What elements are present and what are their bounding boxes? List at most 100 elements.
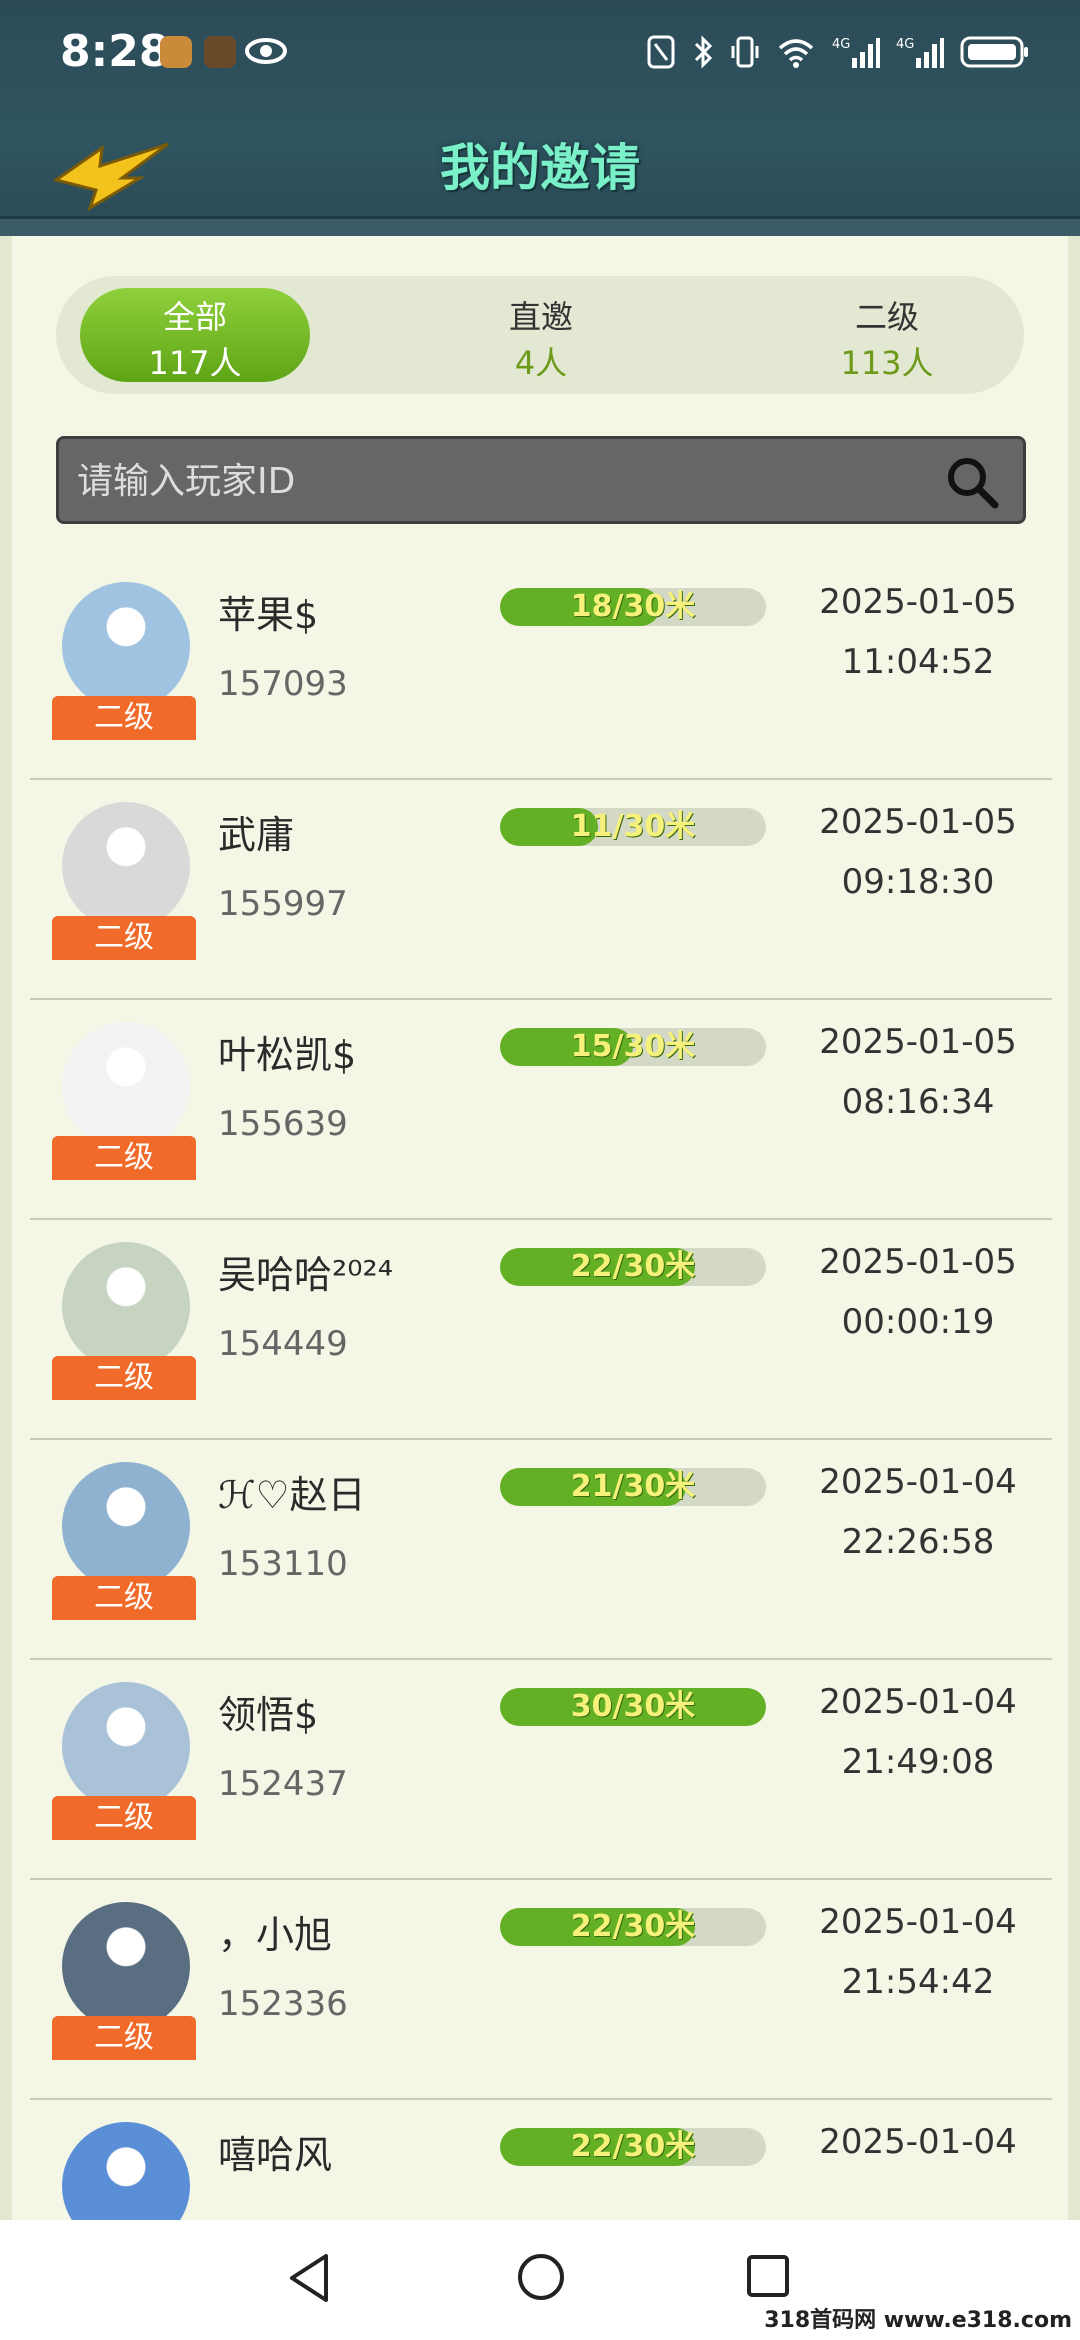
player-row[interactable]: 二级 领悟$ 152437 30/30米 2025-01-04 21:49:08	[30, 1660, 1052, 1880]
progress-text: 22/30米	[570, 1249, 696, 1284]
search-bar	[56, 436, 1026, 524]
progress-text: 11/30米	[570, 809, 696, 844]
player-id: 153110	[218, 1544, 348, 1584]
player-avatar	[62, 1242, 190, 1370]
player-avatar	[62, 802, 190, 930]
progress-bar: 22/30米	[500, 2128, 766, 2166]
tab-second-level-label: 二级	[854, 298, 919, 336]
progress-bar: 30/30米	[500, 1688, 766, 1726]
player-name: 领悟$	[218, 1693, 319, 1737]
nav-back-icon[interactable]	[284, 2250, 334, 2306]
player-avatar	[62, 1902, 190, 2030]
join-time: 08:16:34	[841, 1082, 995, 1122]
progress-bar: 11/30米	[500, 808, 766, 846]
nav-recent-apps-icon[interactable]	[746, 2254, 790, 2298]
join-time: 21:49:08	[841, 1742, 995, 1782]
join-date: 2025-01-04	[819, 1462, 1017, 1502]
level-badge: 二级	[52, 696, 196, 740]
header-divider	[0, 216, 1080, 236]
progress-text: 15/30米	[570, 1029, 696, 1064]
tab-direct-label: 直邀	[508, 298, 573, 336]
eye-icon	[245, 38, 287, 64]
join-date: 2025-01-05	[819, 582, 1017, 622]
join-date: 2025-01-04	[819, 1682, 1017, 1722]
player-avatar	[62, 582, 190, 710]
player-row[interactable]: 二级 苹果$ 157093 18/30米 2025-01-05 11:04:52	[30, 560, 1052, 780]
battery-icon	[960, 36, 1028, 68]
join-time: 11:04:52	[841, 642, 995, 682]
join-date: 2025-01-05	[819, 1242, 1017, 1282]
page-title: 我的邀请	[440, 139, 640, 197]
player-name: 武庸	[218, 813, 295, 857]
top-header: 8:28 4G 4G 我的邀请	[0, 0, 1080, 236]
wifi-icon	[778, 39, 814, 68]
progress-text: 21/30米	[570, 1469, 696, 1504]
player-row[interactable]: 二级 ，小旭 152336 22/30米 2025-01-04 21:54:42	[30, 1880, 1052, 2100]
signal-4g-icon: 4G	[832, 37, 880, 68]
vibrate-icon	[731, 36, 759, 68]
player-row[interactable]: 二级 吴哈哈²⁰²⁴ 154449 22/30米 2025-01-05 00:0…	[30, 1220, 1052, 1440]
player-list: 二级 苹果$ 157093 18/30米 2025-01-05 11:04:52…	[30, 560, 1052, 2320]
tab-direct-count: 4人	[514, 344, 568, 382]
status-time: 8:28	[60, 26, 170, 77]
app-notification-icon-2	[204, 36, 236, 68]
app-notification-icon	[160, 36, 192, 68]
system-icons: 4G 4G	[646, 32, 1030, 72]
join-time: 00:00:19	[841, 1302, 995, 1342]
progress-bar: 15/30米	[500, 1028, 766, 1066]
player-avatar	[62, 1022, 190, 1150]
nfc-icon	[647, 35, 675, 69]
level-badge: 二级	[52, 1136, 196, 1180]
level-badge: 二级	[52, 916, 196, 960]
join-date: 2025-01-04	[819, 2122, 1017, 2162]
join-time: 09:18:30	[841, 862, 995, 902]
tab-all-count: 117人	[148, 344, 242, 382]
join-date: 2025-01-05	[819, 802, 1017, 842]
bluetooth-icon	[694, 35, 713, 69]
player-name: 吴哈哈²⁰²⁴	[218, 1253, 393, 1297]
player-id: 154449	[218, 1324, 348, 1364]
progress-text: 22/30米	[570, 2129, 696, 2164]
player-name: 嘻哈风	[218, 2133, 333, 2177]
player-row[interactable]: 二级 叶松凯$ 155639 15/30米 2025-01-05 08:16:3…	[30, 1000, 1052, 1220]
player-id: 152437	[218, 1764, 348, 1804]
join-time: 22:26:58	[841, 1522, 995, 1562]
player-name: ℋ♡赵日	[218, 1473, 366, 1517]
svg-text:4G: 4G	[832, 37, 850, 52]
player-row[interactable]: 二级 ℋ♡赵日 153110 21/30米 2025-01-04 22:26:5…	[30, 1440, 1052, 1660]
filter-tabs: 全部 117人 直邀 4人 二级 113人	[56, 276, 1024, 394]
player-row[interactable]: 二级 武庸 155997 11/30米 2025-01-05 09:18:30	[30, 780, 1052, 1000]
level-badge: 二级	[52, 1796, 196, 1840]
join-date: 2025-01-04	[819, 1902, 1017, 1942]
tab-all-label: 全部	[162, 298, 227, 336]
player-name: ，小旭	[218, 1913, 333, 1957]
player-name: 苹果$	[218, 593, 319, 637]
progress-text: 22/30米	[570, 1909, 696, 1944]
signal-4g-icon-2: 4G	[896, 37, 944, 68]
progress-text: 18/30米	[570, 589, 696, 624]
player-id: 152336	[218, 1984, 348, 2024]
level-badge: 二级	[52, 1576, 196, 1620]
player-id-search-input[interactable]	[77, 449, 917, 513]
tab-second-level[interactable]: 二级 113人	[772, 288, 1002, 382]
nav-home-icon[interactable]	[516, 2252, 566, 2302]
tab-all[interactable]: 全部 117人	[80, 288, 310, 382]
progress-bar: 21/30米	[500, 1468, 766, 1506]
player-id: 155997	[218, 884, 348, 924]
join-date: 2025-01-05	[819, 1022, 1017, 1062]
level-badge: 二级	[52, 1356, 196, 1400]
progress-bar: 18/30米	[500, 588, 766, 626]
tab-second-level-count: 113人	[840, 344, 934, 382]
player-id: 155639	[218, 1104, 348, 1144]
progress-text: 30/30米	[570, 1689, 696, 1724]
system-nav-bar: 318首码网 www.e318.com	[0, 2220, 1080, 2340]
progress-bar: 22/30米	[500, 1908, 766, 1946]
status-bar: 8:28 4G 4G	[0, 0, 1080, 100]
progress-bar: 22/30米	[500, 1248, 766, 1286]
player-name: 叶松凯$	[218, 1033, 357, 1077]
search-icon[interactable]	[943, 453, 1001, 511]
level-badge: 二级	[52, 2016, 196, 2060]
tab-direct[interactable]: 直邀 4人	[426, 288, 656, 382]
player-id: 157093	[218, 664, 348, 704]
player-avatar	[62, 1682, 190, 1810]
